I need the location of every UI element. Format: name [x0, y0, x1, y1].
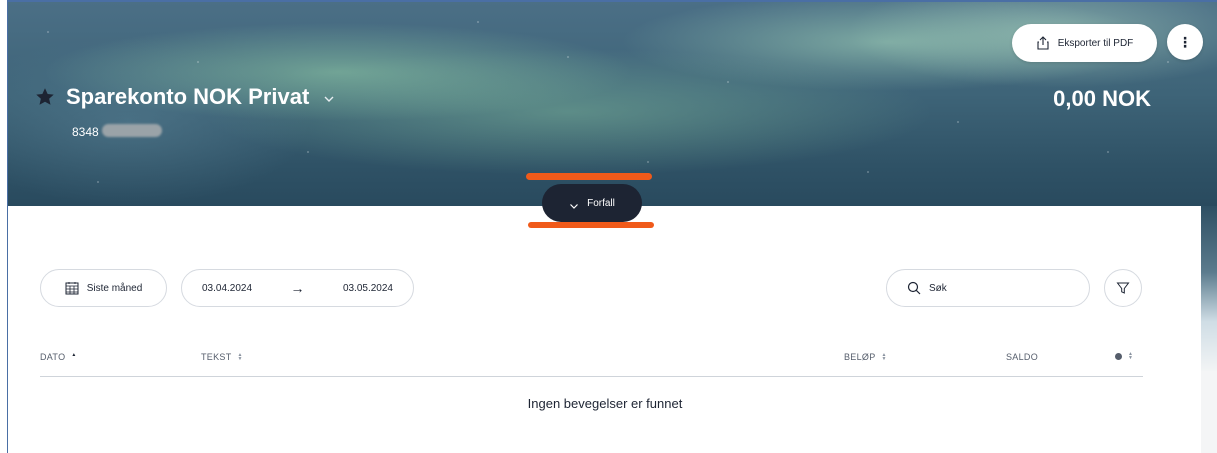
background-edge	[1201, 206, 1217, 371]
window-top-border	[0, 0, 1217, 2]
window-left-border	[0, 0, 8, 453]
empty-state-wrapper: Ingen bevegelser er funnet	[9, 0, 1201, 453]
background-edge-grey	[1201, 371, 1217, 453]
empty-state-message: Ingen bevegelser er funnet	[527, 396, 683, 411]
